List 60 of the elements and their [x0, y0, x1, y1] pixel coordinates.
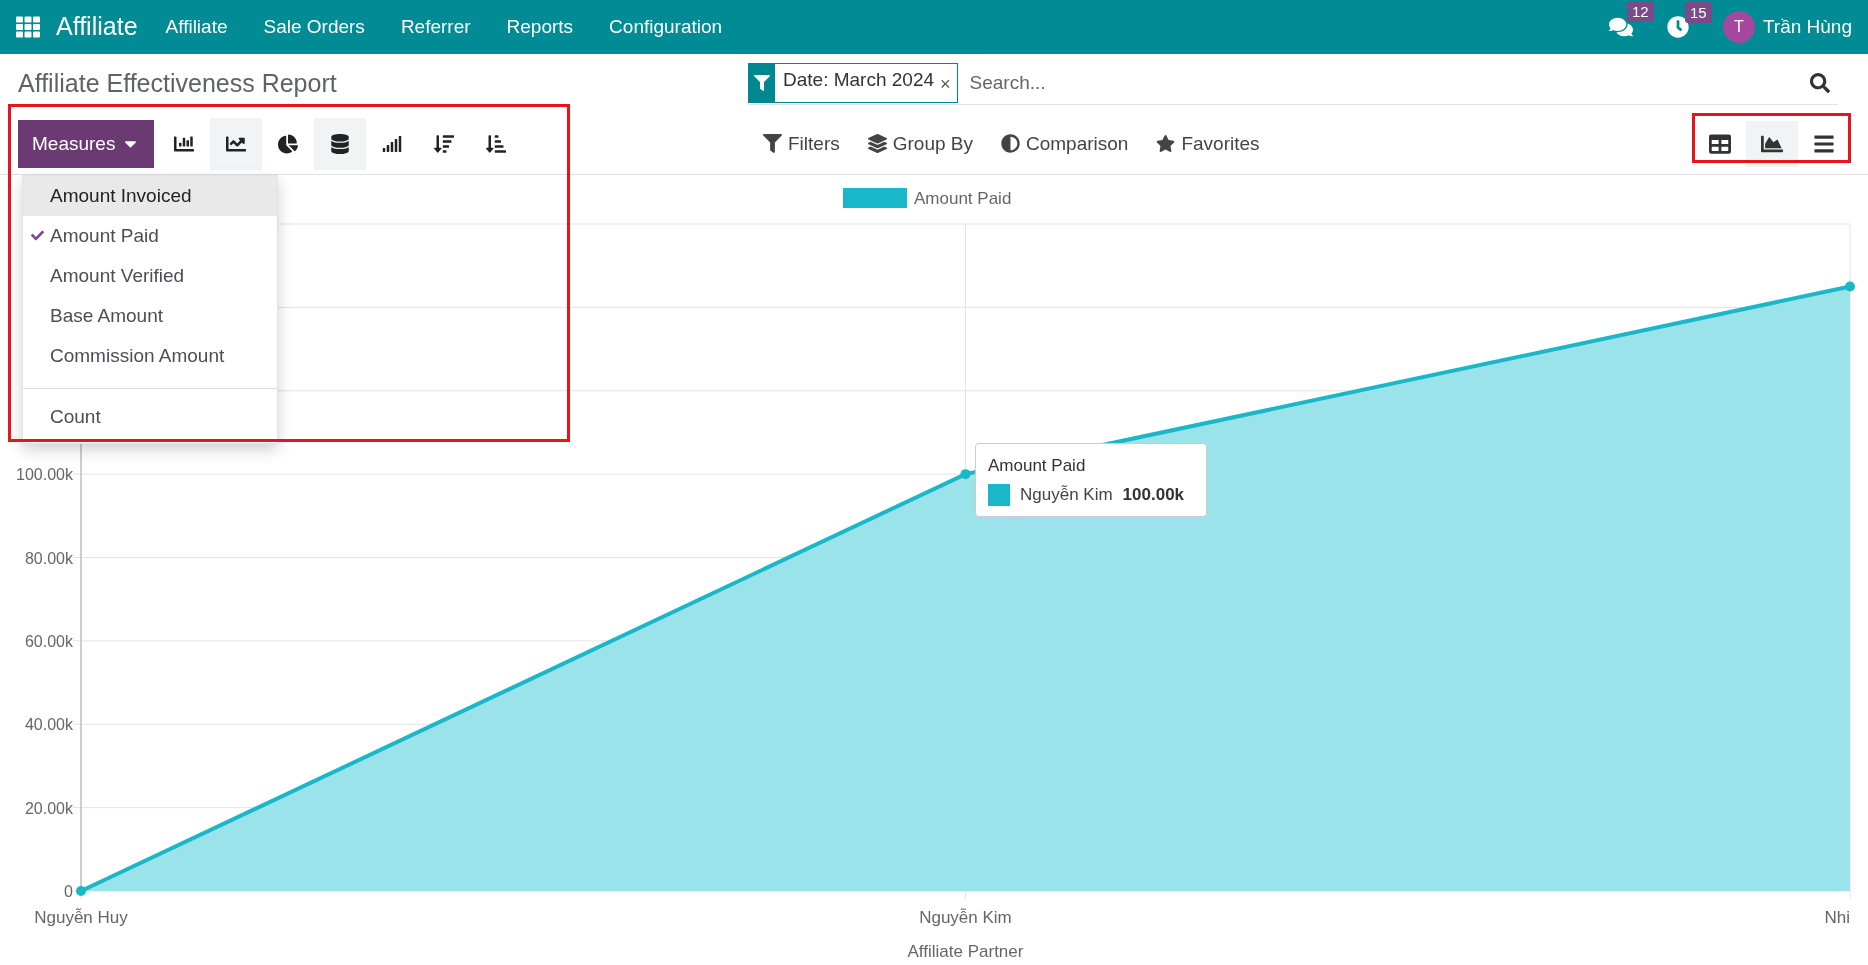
- facet-label: Date: March 2024: [782, 68, 936, 92]
- pie-chart-icon: [278, 133, 299, 154]
- menu-option[interactable]: Amount Verified: [23, 256, 277, 296]
- area-chart-view-button[interactable]: [1746, 120, 1798, 167]
- x-tick-label: Nhi: [1824, 908, 1850, 927]
- menu-item[interactable]: Reports: [506, 15, 574, 38]
- measures-button[interactable]: Measures: [18, 119, 155, 168]
- x-tick-label: Nguyễn Huy: [34, 908, 128, 927]
- search-option[interactable]: Filters: [763, 132, 840, 155]
- menu-option[interactable]: Base Amount: [23, 296, 277, 336]
- filter-icon: [754, 75, 770, 91]
- tooltip-value: 100.00k: [1122, 485, 1185, 505]
- y-tick-label: 80.00k: [24, 549, 73, 567]
- stack-button[interactable]: [314, 117, 367, 170]
- search-option[interactable]: Comparison: [1001, 132, 1129, 155]
- remove-facet-button[interactable]: ×: [938, 64, 957, 102]
- x-axis-title: Affiliate Partner: [907, 942, 1024, 961]
- ascending-bars-icon: [382, 133, 403, 154]
- star-icon: [1156, 134, 1176, 154]
- page-title: Affiliate Effectiveness Report: [18, 69, 338, 98]
- y-tick-label: 20.00k: [24, 799, 73, 817]
- menu-item[interactable]: Configuration: [609, 15, 723, 38]
- user-avatar[interactable]: T: [1722, 10, 1755, 43]
- clock-icon[interactable]: [1666, 15, 1689, 38]
- tooltip-label: Nguyễn Kim: [1020, 485, 1113, 505]
- count-badge: 15: [1684, 1, 1712, 23]
- menu-option[interactable]: Count: [23, 397, 277, 437]
- filter-icon: [763, 134, 782, 154]
- layers-icon: [867, 134, 887, 154]
- menu-option[interactable]: Commission Amount: [23, 336, 277, 376]
- data-point: [76, 886, 86, 896]
- search-option[interactable]: Group By: [867, 132, 973, 155]
- app-name: Affiliate: [56, 12, 138, 42]
- sort-descending-icon: [434, 133, 455, 154]
- y-tick-label: 60.00k: [24, 632, 73, 650]
- check-icon: [31, 229, 44, 242]
- stack-icon: [330, 133, 351, 154]
- data-point: [960, 469, 971, 480]
- tooltip-swatch: [988, 484, 1010, 506]
- tooltip-title: Amount Paid: [988, 456, 1087, 476]
- search-icon: [1810, 73, 1830, 93]
- legend-label: Amount Paid: [914, 189, 1012, 208]
- legend-swatch: [843, 188, 907, 208]
- table-icon: [1709, 132, 1731, 155]
- data-point: [1845, 281, 1855, 292]
- search-option[interactable]: Favorites: [1156, 132, 1260, 155]
- y-tick-label: 100.00k: [16, 466, 73, 484]
- y-tick-label: 0: [64, 883, 73, 900]
- app-grid-icon[interactable]: [16, 14, 40, 39]
- menu-item[interactable]: Affiliate: [165, 15, 228, 38]
- menu-item[interactable]: Referrer: [400, 15, 471, 38]
- user-name[interactable]: Trần Hùng: [1762, 15, 1852, 38]
- line-chart-button[interactable]: [210, 117, 263, 170]
- menu-option[interactable]: Amount Invoiced: [23, 176, 277, 216]
- menu-option[interactable]: Amount Paid: [23, 216, 277, 256]
- menu-item[interactable]: Sale Orders: [263, 15, 365, 38]
- x-tick-label: Nguyễn Kim: [919, 908, 1012, 927]
- y-tick-label: 40.00k: [24, 716, 73, 734]
- sort-ascending-icon: [486, 133, 507, 154]
- count-badge: 12: [1626, 0, 1654, 22]
